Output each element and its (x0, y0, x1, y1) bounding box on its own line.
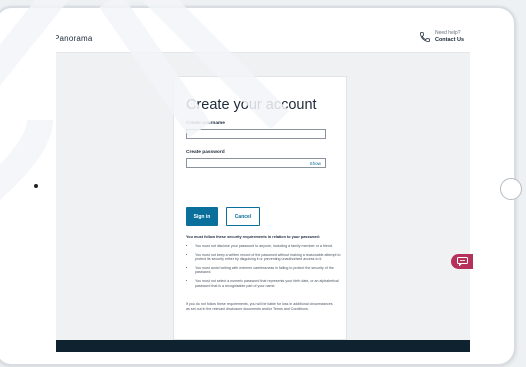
password-input[interactable]: Show (186, 158, 326, 168)
home-button (500, 178, 522, 200)
requirement-item: You must not select a numeric password t… (195, 279, 345, 288)
app-footer (56, 340, 470, 352)
requirement-item: You must not disclose your password to a… (195, 244, 345, 249)
requirements-footer: If you do not follow these requirements,… (186, 302, 333, 311)
requirement-item: You must avoid writing with extreme care… (195, 266, 345, 275)
page-title: Create your account (186, 97, 317, 113)
app-header: Panorama Need help? Contact Us (56, 26, 470, 53)
sign-in-button[interactable]: Sign in (186, 207, 218, 226)
requirement-item: You must not keep a written record of th… (195, 253, 345, 262)
chat-icon (456, 257, 468, 266)
chat-button[interactable] (451, 254, 473, 269)
cancel-button[interactable]: Cancel (226, 207, 260, 226)
need-help-text: Need help? (434, 30, 461, 36)
requirements-heading: You must follow these security requireme… (186, 235, 320, 239)
create-account-card: Create your account Create username Crea… (173, 76, 347, 340)
username-label: Create username (186, 121, 225, 126)
brand-logo: Panorama (56, 34, 93, 43)
requirements-list: You must not disclose your password to a… (186, 244, 345, 292)
password-label: Create password (186, 150, 225, 155)
show-password-link[interactable]: Show (310, 161, 322, 166)
contact-us-link[interactable]: Contact Us (435, 37, 464, 44)
username-input[interactable] (186, 129, 326, 139)
phone-icon (420, 32, 430, 42)
help-contact[interactable]: Need help? Contact Us (419, 30, 464, 44)
app-screen: Panorama Need help? Contact Us Create yo… (56, 26, 470, 352)
camera-dot (34, 184, 38, 188)
